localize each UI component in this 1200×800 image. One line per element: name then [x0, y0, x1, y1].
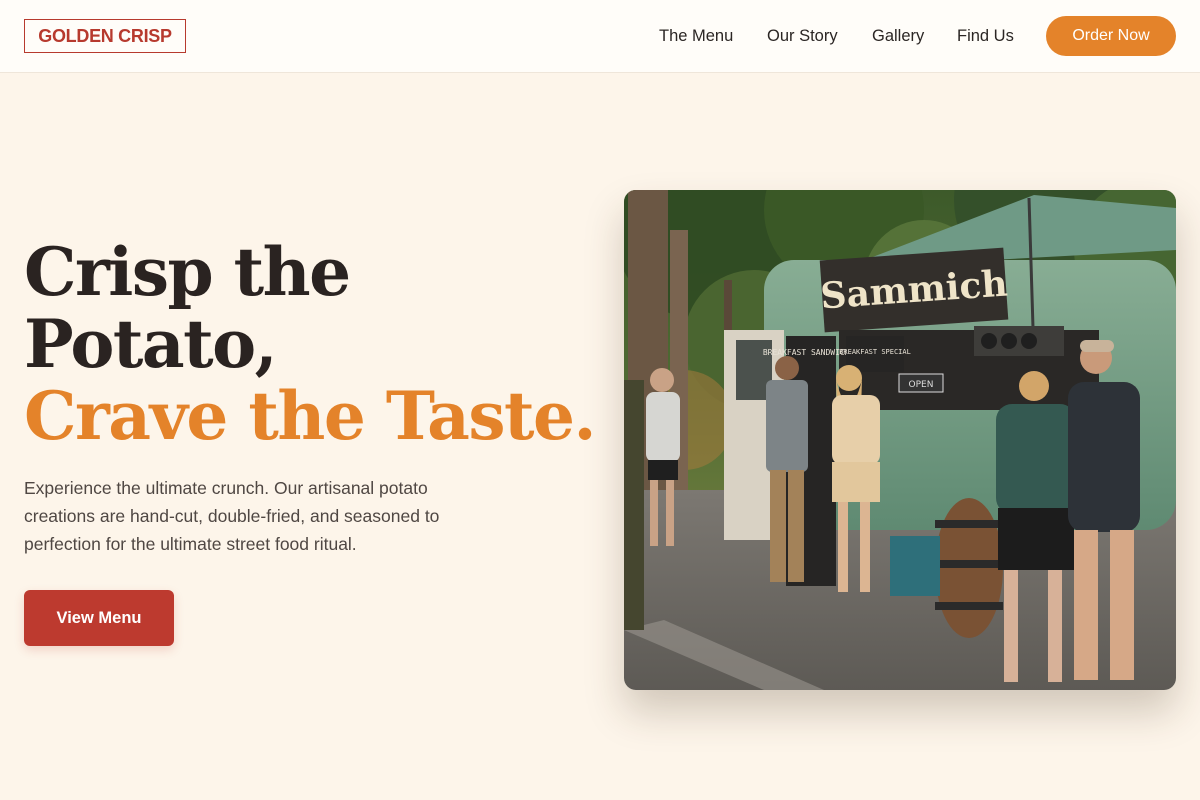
brand-logo[interactable]: GOLDEN CRISP	[24, 19, 186, 53]
nav-link-our-story[interactable]: Our Story	[767, 24, 838, 48]
hero-headline: Crisp the Potato, Crave the Taste.	[24, 236, 604, 452]
hero-photo-food-truck: Sammich BREAKFAST SANDWICHES BREAKFAST S…	[624, 190, 1176, 690]
view-menu-button[interactable]: View Menu	[24, 590, 174, 646]
headline-accent: Crave the Taste.	[24, 377, 597, 455]
headline-line-2: Potato,	[24, 305, 278, 383]
chalkboard-right-text: BREAKFAST SPECIAL	[839, 348, 911, 356]
open-sign-text: OPEN	[909, 380, 934, 390]
site-header: GOLDEN CRISP The Menu Our Story Gallery …	[0, 0, 1200, 73]
food-truck-illustration: Sammich BREAKFAST SANDWICHES BREAKFAST S…	[624, 190, 1176, 690]
nav-link-gallery[interactable]: Gallery	[872, 24, 924, 48]
headline-line-1: Crisp the	[24, 233, 351, 311]
nav-link-the-menu[interactable]: The Menu	[659, 24, 733, 48]
hero-description: Experience the ultimate crunch. Our arti…	[24, 478, 440, 554]
order-now-button[interactable]: Order Now	[1046, 16, 1176, 56]
nav-link-find-us[interactable]: Find Us	[957, 24, 1014, 48]
